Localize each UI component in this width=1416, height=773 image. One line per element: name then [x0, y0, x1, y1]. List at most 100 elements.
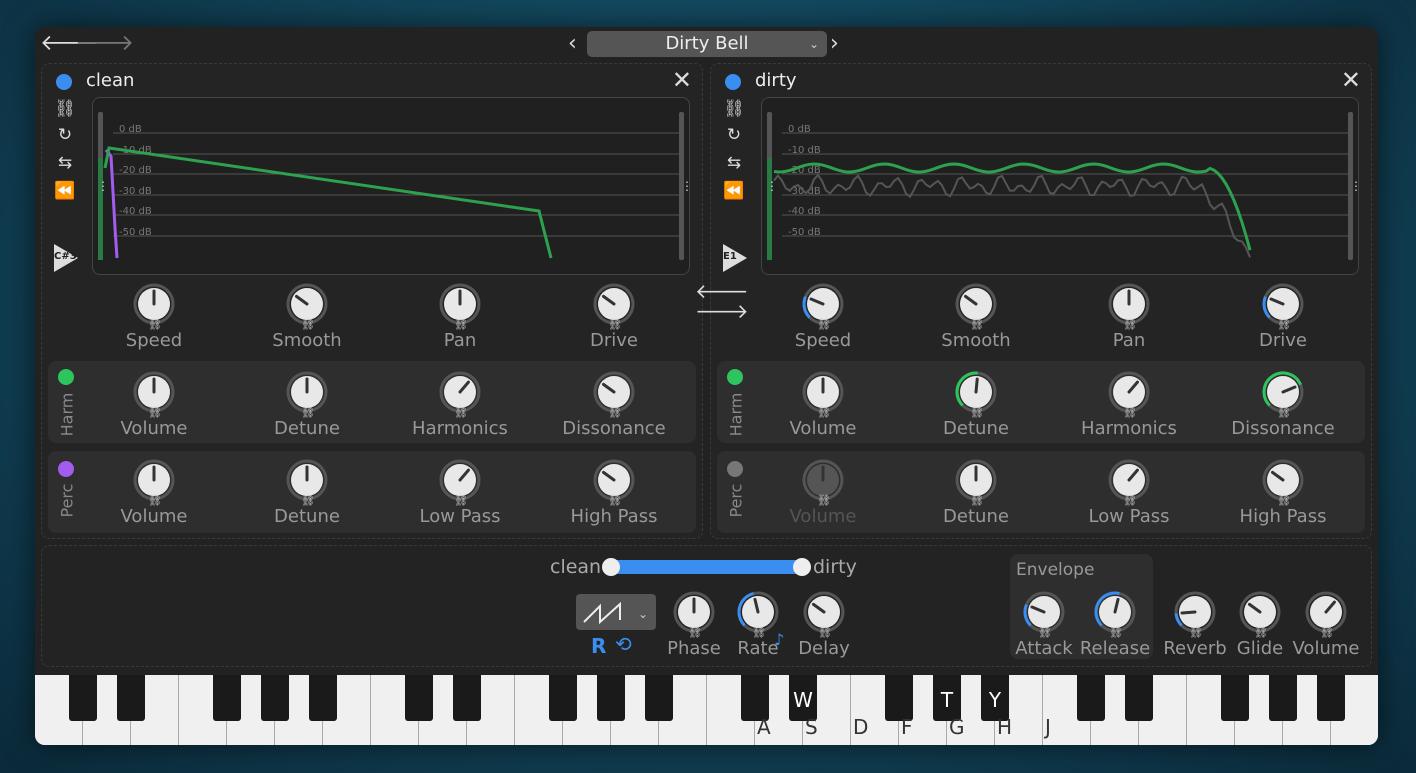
db-label: -50 dB — [788, 227, 821, 238]
knob-low-pass[interactable]: ⛓ Low Pass — [405, 458, 515, 538]
knob-pan[interactable]: ⛓ Pan — [1074, 282, 1184, 362]
knob-volume[interactable]: ⛓ Volume — [1271, 590, 1378, 670]
lfo-rate-mode[interactable]: R — [591, 634, 606, 658]
knob-detune[interactable]: ⛓ Detune — [921, 458, 1031, 538]
harm-enable-dot[interactable] — [727, 369, 743, 385]
morph-right-handle[interactable] — [793, 558, 811, 576]
knob-pan[interactable]: ⛓ Pan — [405, 282, 515, 362]
black-key[interactable] — [309, 675, 337, 721]
knob-detune[interactable]: ⛓ Detune — [921, 370, 1031, 450]
close-icon[interactable]: ✕ — [1341, 66, 1361, 94]
next-preset-button[interactable]: › — [830, 33, 839, 55]
db-label: -30 dB — [119, 186, 152, 197]
knob-high-pass[interactable]: ⛓ High Pass — [559, 458, 669, 538]
db-label: -20 dB — [119, 165, 152, 176]
global-controls: clean dirty ⌄ R ⟲ Envelope ⛓ Phase ⛓ Rat… — [41, 545, 1372, 667]
clean-panel: clean ✕ ⛓ ↻ ⇆ ⏪ C#3 0 dB -10 dB -20 dB -30 dB -40… — [41, 63, 703, 539]
prev-preset-button[interactable]: ‹ — [568, 33, 577, 55]
svg-text:⋮: ⋮ — [1350, 179, 1358, 193]
loop-icon[interactable]: ↻ — [723, 126, 745, 144]
db-label: -50 dB — [119, 227, 152, 238]
knob-high-pass[interactable]: ⛓ High Pass — [1228, 458, 1338, 538]
svg-text:⋮: ⋮ — [681, 179, 689, 193]
db-label: -40 dB — [788, 206, 821, 217]
black-key[interactable] — [213, 675, 241, 721]
knob-volume[interactable]: ⛓ Volume — [99, 458, 209, 538]
forward-arrow-icon[interactable]: 🡒 — [75, 33, 134, 55]
close-icon[interactable]: ✕ — [672, 66, 692, 94]
swap-icon[interactable]: ⇆ — [723, 154, 745, 172]
knob-delay[interactable]: ⛓ Delay — [769, 590, 879, 670]
note-play-button[interactable]: C#3 — [52, 244, 78, 272]
knob-dissonance[interactable]: ⛓ Dissonance — [1228, 370, 1338, 450]
knob-label: Detune — [943, 506, 1009, 527]
note-play-button[interactable]: E1 — [721, 244, 747, 272]
knob-label: Smooth — [941, 330, 1011, 351]
panel-enable-dot[interactable] — [56, 74, 72, 90]
black-key[interactable] — [1317, 675, 1345, 721]
knob-smooth[interactable]: ⛓ Smooth — [921, 282, 1031, 362]
db-label: 0 dB — [119, 124, 142, 135]
dirty-panel: dirty ✕ ⛓ ↻ ⇆ ⏪ E1 0 dB -10 dB -20 dB -30 dB -40 … — [710, 63, 1372, 539]
knob-label: Dissonance — [1231, 418, 1335, 439]
panel-enable-dot[interactable] — [725, 74, 741, 90]
key-shortcut-label: D — [853, 715, 869, 739]
knob-label: Pan — [443, 330, 477, 351]
spectrum-graph[interactable]: 0 dB -10 dB -20 dB -30 dB -40 dB -50 dB ⋮ ⋮ — [761, 97, 1362, 275]
key-shortcut-label: J — [1045, 715, 1051, 739]
knob-volume[interactable]: ⛓ Volume — [99, 370, 209, 450]
black-key[interactable] — [69, 675, 97, 721]
knob-low-pass[interactable]: ⛓ Low Pass — [1074, 458, 1184, 538]
knob-harmonics[interactable]: ⛓ Harmonics — [1074, 370, 1184, 450]
knob-detune[interactable]: ⛓ Detune — [252, 370, 362, 450]
knob-label: Speed — [125, 330, 183, 351]
knob-label: High Pass — [570, 506, 658, 527]
knob-drive[interactable]: ⛓ Drive — [559, 282, 669, 362]
link-icon[interactable]: ⛓ — [723, 100, 745, 118]
tempo-sync-icon[interactable]: ♪ — [774, 630, 784, 649]
preset-selector[interactable]: Dirty Bell ⌄ — [587, 31, 827, 57]
piano-keyboard[interactable]: WTYASDFGHJ — [35, 675, 1378, 745]
black-key[interactable] — [1077, 675, 1105, 721]
knob-label: Low Pass — [419, 506, 501, 527]
morph-range-bar[interactable] — [610, 560, 802, 574]
knob-dissonance[interactable]: ⛓ Dissonance — [559, 370, 669, 450]
black-key[interactable] — [261, 675, 289, 721]
black-key[interactable] — [1269, 675, 1297, 721]
lfo-retrigger-icon[interactable]: ⟲ — [615, 632, 632, 656]
link-icon[interactable]: ⛓ — [54, 100, 76, 118]
spectrum-graph[interactable]: 0 dB -10 dB -20 dB -30 dB -40 dB -50 dB ⋮ ⋮ — [92, 97, 693, 275]
black-key[interactable] — [405, 675, 433, 721]
knob-detune[interactable]: ⛓ Detune — [252, 458, 362, 538]
key-shortcut-label: G — [949, 715, 965, 739]
swap-icon[interactable]: ⇆ — [54, 154, 76, 172]
black-key[interactable] — [1221, 675, 1249, 721]
knob-label: Smooth — [272, 330, 342, 351]
knob-label: Harmonics — [1081, 418, 1177, 439]
knob-drive[interactable]: ⛓ Drive — [1228, 282, 1338, 362]
black-key[interactable] — [453, 675, 481, 721]
rewind-icon[interactable]: ⏪ — [723, 182, 745, 200]
black-key[interactable] — [549, 675, 577, 721]
morph-left-handle[interactable] — [602, 558, 620, 576]
loop-icon[interactable]: ↻ — [54, 126, 76, 144]
black-key[interactable] — [597, 675, 625, 721]
perc-label: Perc — [57, 483, 77, 518]
knob-speed[interactable]: ⛓ Speed — [99, 282, 209, 362]
harm-enable-dot[interactable] — [58, 369, 74, 385]
knob-speed[interactable]: ⛓ Speed — [768, 282, 878, 362]
black-key[interactable] — [645, 675, 673, 721]
rewind-icon[interactable]: ⏪ — [54, 182, 76, 200]
knob-label: Dissonance — [562, 418, 666, 439]
svg-text:⋮: ⋮ — [97, 179, 109, 193]
knob-harmonics[interactable]: ⛓ Harmonics — [405, 370, 515, 450]
black-key[interactable] — [1125, 675, 1153, 721]
db-label: -10 dB — [788, 145, 821, 156]
copy-right-icon[interactable]: 🡒 — [695, 299, 749, 323]
knob-label: Detune — [274, 418, 340, 439]
knob-volume[interactable]: ⛓ Volume — [768, 370, 878, 450]
knob-volume[interactable]: ⛓ Volume — [768, 458, 878, 538]
black-key[interactable] — [117, 675, 145, 721]
knob-label: Volume — [1292, 638, 1360, 659]
knob-smooth[interactable]: ⛓ Smooth — [252, 282, 362, 362]
